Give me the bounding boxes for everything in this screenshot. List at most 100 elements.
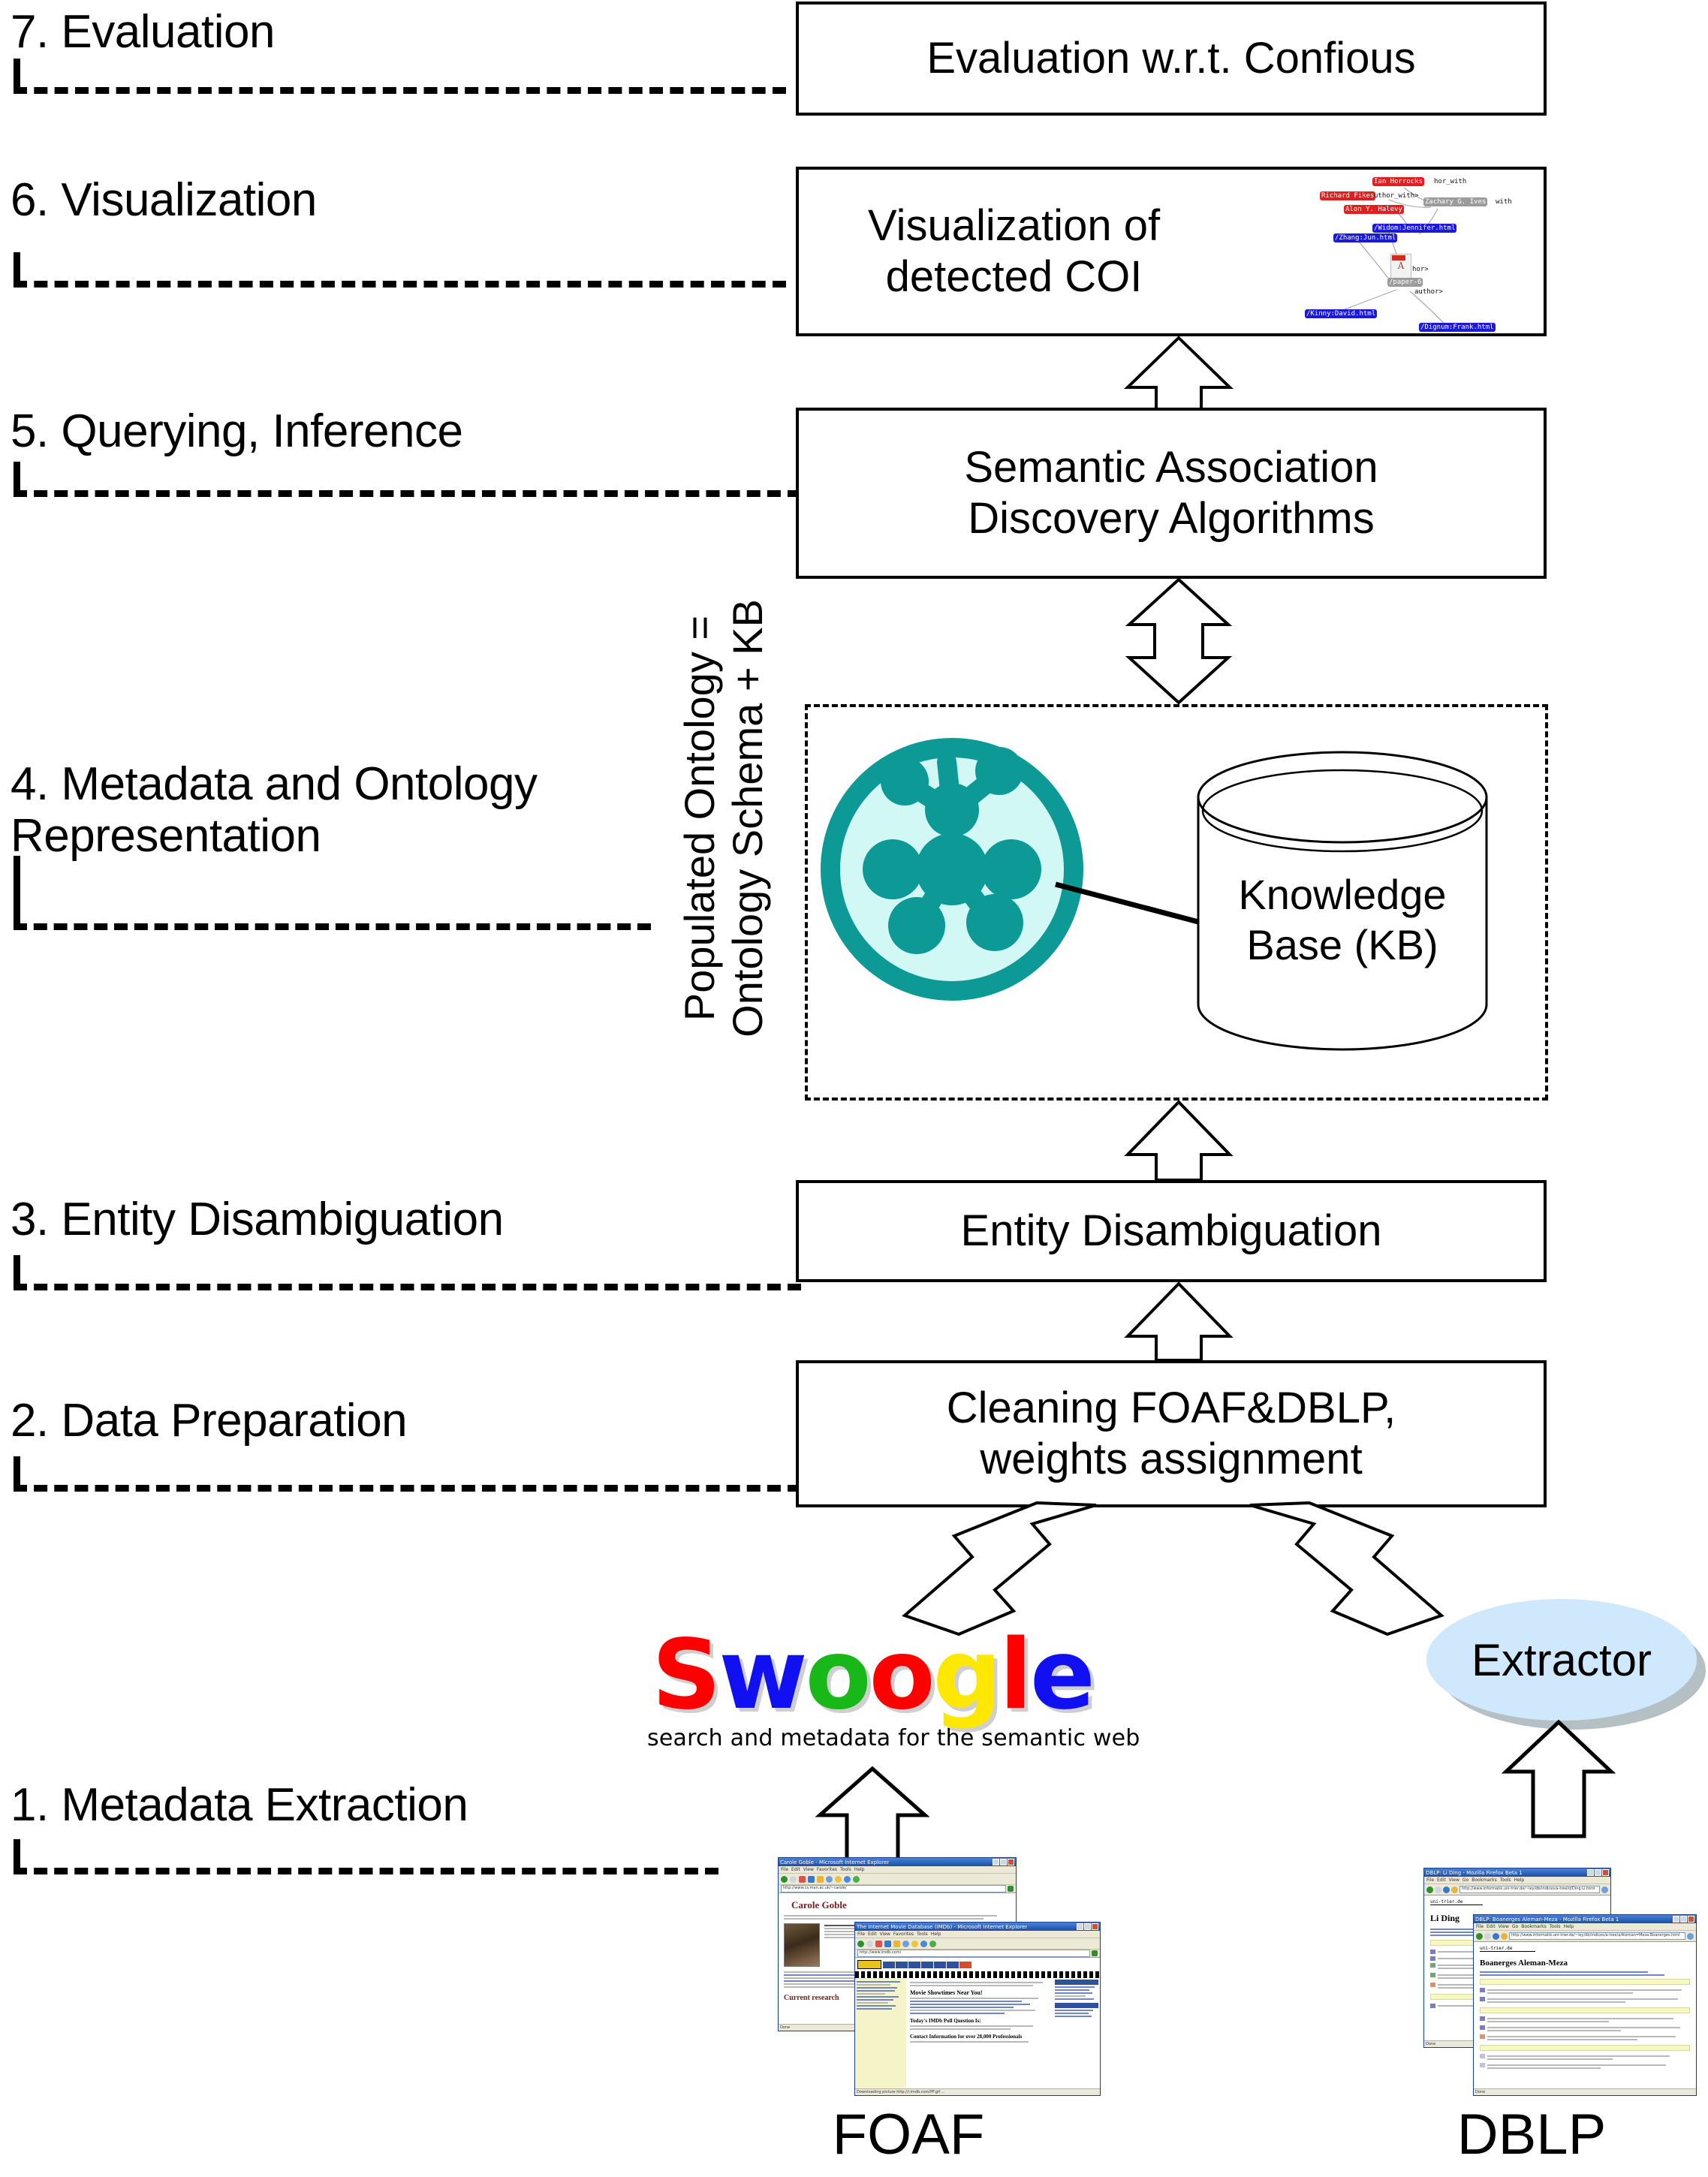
search-icon[interactable]	[826, 1875, 833, 1883]
address-input[interactable]: http://www.informatik.uni-trier.de/~ley/…	[1509, 1932, 1685, 1940]
menu-help[interactable]: Help	[854, 1867, 865, 1872]
menu-tools[interactable]: Tools	[1500, 1877, 1511, 1883]
ontology-node-graph	[863, 747, 1041, 954]
media-icon[interactable]	[844, 1875, 851, 1883]
imdb-logo	[857, 1960, 881, 1969]
arrow-up-to-visualization	[1124, 336, 1234, 411]
window-title: Carole Goble - Microsoft Internet Explor…	[780, 1859, 890, 1865]
menubar[interactable]: File Edit View Favorites Tools Help	[779, 1866, 1016, 1874]
toolbar[interactable]	[779, 1874, 1016, 1885]
reload-icon[interactable]	[1443, 1886, 1450, 1893]
favorites-icon[interactable]	[911, 1940, 918, 1947]
history-icon[interactable]	[853, 1875, 860, 1883]
menu-file[interactable]: File	[1476, 1924, 1484, 1929]
menu-help[interactable]: Help	[1514, 1877, 1525, 1883]
menu-go[interactable]: Go	[1512, 1924, 1518, 1929]
menu-view[interactable]: View	[803, 1867, 814, 1872]
arrow-up-to-ontology	[1124, 1101, 1234, 1180]
menu-file[interactable]: File	[1426, 1877, 1434, 1883]
page-content: uni-trier.de Boanerges Aleman-Meza	[1474, 1942, 1696, 2094]
titlebar: DBLP: Li Ding - Mozilla Firefox Beta 1	[1424, 1868, 1610, 1877]
window-controls[interactable]	[1587, 1869, 1609, 1876]
swoogle-tagline: search and metadata for the semantic web	[647, 1725, 1140, 1751]
coi-node: /paper-6	[1387, 278, 1423, 287]
window-controls[interactable]	[993, 1859, 1014, 1865]
stop-icon[interactable]	[875, 1940, 882, 1947]
refresh-icon[interactable]	[808, 1875, 815, 1883]
menu-tools[interactable]: Tools	[840, 1867, 851, 1872]
search-icon[interactable]	[902, 1940, 909, 1947]
stop-icon[interactable]	[799, 1875, 806, 1883]
menu-help[interactable]: Help	[931, 1932, 941, 1937]
history-icon[interactable]	[929, 1940, 936, 1947]
menu-bookmarks[interactable]: Bookmarks	[1521, 1924, 1547, 1929]
menu-bookmarks[interactable]: Bookmarks	[1472, 1877, 1497, 1883]
pdf-document-icon: A	[1390, 254, 1411, 281]
search-icon[interactable]	[1687, 1932, 1694, 1940]
go-icon[interactable]	[1008, 1886, 1014, 1892]
window-controls[interactable]	[1077, 1923, 1098, 1930]
addressbar[interactable]: http://www.cs.man.ac.uk/~carole/	[779, 1885, 1016, 1893]
menubar[interactable]: File Edit View Favorites Tools Help	[855, 1931, 1100, 1938]
menu-file[interactable]: File	[781, 1867, 788, 1872]
address-input[interactable]: http://www.imdb.com/	[857, 1950, 1090, 1957]
menu-view[interactable]: View	[1499, 1924, 1509, 1929]
home-icon[interactable]	[817, 1875, 824, 1883]
entity-disambiguation-box: Entity Disambiguation	[796, 1180, 1547, 1282]
populated-ontology-caption-text: Populated Ontology = Ontology Schema + K…	[676, 599, 771, 1037]
menu-edit[interactable]: Edit	[1487, 1924, 1496, 1929]
page-content: Movie Showtimes Near You! Today's IMDb P…	[855, 1958, 1100, 2095]
back-icon[interactable]	[1476, 1932, 1483, 1940]
search-icon[interactable]	[1601, 1886, 1608, 1893]
menu-view[interactable]: View	[880, 1932, 890, 1937]
menu-go[interactable]: Go	[1462, 1877, 1469, 1883]
imdb-left-column	[855, 1978, 906, 2095]
page-heading: Carole Goble	[791, 1899, 847, 1911]
menu-favorites[interactable]: Favorites	[893, 1932, 914, 1937]
filmstrip	[855, 1971, 1100, 1978]
forward-icon[interactable]	[790, 1875, 797, 1883]
menu-file[interactable]: File	[857, 1932, 865, 1937]
menu-edit[interactable]: Edit	[1437, 1877, 1446, 1883]
menu-help[interactable]: Help	[1564, 1924, 1574, 1929]
forward-icon[interactable]	[1435, 1886, 1441, 1893]
menubar[interactable]: File Edit View Go Bookmarks Tools Help	[1474, 1923, 1696, 1931]
back-icon[interactable]	[781, 1875, 788, 1883]
home-icon[interactable]	[893, 1940, 900, 1947]
menu-edit[interactable]: Edit	[791, 1867, 800, 1872]
address-input[interactable]: http://www.informatik.uni-trier.de/~ley/…	[1459, 1886, 1600, 1893]
addressbar[interactable]: http://www.imdb.com/	[855, 1950, 1100, 1958]
menubar[interactable]: File Edit View Go Bookmarks Tools Help	[1424, 1877, 1610, 1884]
forward-icon[interactable]	[866, 1940, 873, 1947]
go-icon[interactable]	[1092, 1950, 1098, 1956]
addressbar[interactable]: http://www.informatik.uni-trier.de/~ley/…	[1424, 1884, 1610, 1895]
extractor-ellipse: Extractor	[1426, 1599, 1697, 1721]
data-preparation-box: Cleaning FOAF&DBLP, weights assignment	[796, 1360, 1547, 1507]
coi-node: Ian Horrocks	[1372, 177, 1425, 186]
favorites-icon[interactable]	[835, 1875, 842, 1883]
menu-edit[interactable]: Edit	[868, 1932, 877, 1937]
menu-view[interactable]: View	[1449, 1877, 1459, 1883]
menu-favorites[interactable]: Favorites	[817, 1867, 837, 1872]
home-icon[interactable]	[1501, 1932, 1508, 1940]
layer-label-metadata-ontology: 4. Metadata and Ontology Representation	[11, 758, 538, 863]
address-input[interactable]: http://www.cs.man.ac.uk/~carole/	[781, 1885, 1006, 1892]
addressbar[interactable]: http://www.informatik.uni-trier.de/~ley/…	[1474, 1931, 1696, 1942]
toolbar[interactable]	[855, 1938, 1100, 1950]
menu-tools[interactable]: Tools	[1550, 1924, 1561, 1929]
architecture-diagram: 7. Evaluation 6. Visualization 5. Queryi…	[0, 0, 1708, 2177]
forward-icon[interactable]	[1484, 1932, 1491, 1940]
back-icon[interactable]	[1426, 1886, 1433, 1893]
coi-edge-label: with	[1496, 198, 1512, 206]
reload-icon[interactable]	[1493, 1932, 1499, 1940]
coi-node: /Zhang:Jun.html	[1333, 233, 1398, 242]
back-icon[interactable]	[857, 1940, 864, 1947]
dblp-banner: uni-trier.de	[1480, 1946, 1535, 1952]
home-icon[interactable]	[1451, 1886, 1458, 1893]
refresh-icon[interactable]	[884, 1940, 891, 1947]
coi-node: /Kinny:David.html	[1305, 309, 1378, 318]
media-icon[interactable]	[920, 1940, 927, 1947]
swoogle-letter-l: l	[999, 1619, 1032, 1731]
window-controls[interactable]	[1673, 1916, 1694, 1923]
menu-tools[interactable]: Tools	[917, 1932, 928, 1937]
